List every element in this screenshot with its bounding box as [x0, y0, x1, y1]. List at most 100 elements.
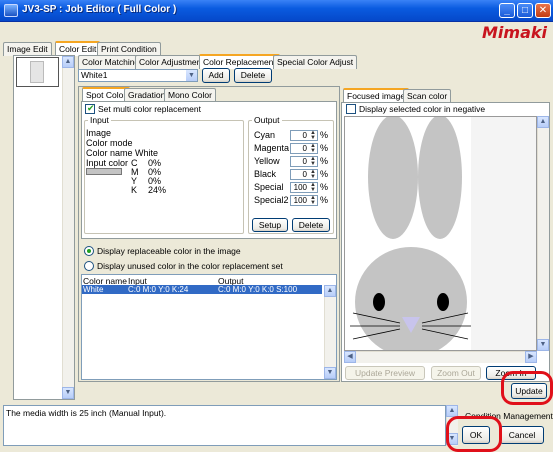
image-label: Image [86, 128, 112, 138]
tab-image-edit[interactable]: Image Edit [3, 42, 52, 56]
radio-dot-icon [87, 249, 91, 253]
add-set-button[interactable]: Add [202, 68, 230, 83]
cancel-button[interactable]: Cancel [500, 426, 544, 444]
negative-label: Display selected color in negative [359, 104, 486, 114]
table-scrollbar[interactable] [324, 285, 336, 379]
table-scroll-down[interactable]: ▼ [324, 367, 336, 379]
left-eye [373, 293, 385, 311]
output-black-unit: % [320, 169, 329, 179]
spin-arrows-icon[interactable]: ▲ ▼ [309, 156, 317, 167]
output-yellow-unit: % [320, 156, 329, 166]
output-magenta-unit: % [320, 143, 329, 153]
thumbnail-scrollbar[interactable] [62, 56, 74, 399]
left-ear [368, 117, 418, 239]
output-black-label: Black [254, 169, 277, 179]
replaceable-radio[interactable] [84, 246, 94, 256]
tab-color-matching[interactable]: Color Matching [78, 55, 144, 69]
preview-canvas[interactable] [344, 116, 537, 351]
output-special-spin[interactable]: 100 ▲ ▼ [290, 182, 318, 193]
spin-arrows-icon[interactable]: ▲ ▼ [309, 195, 317, 206]
tab-color-edit[interactable]: Color Edit [55, 41, 101, 56]
delete-set-button[interactable]: Delete [234, 68, 272, 83]
spin-arrows-icon[interactable]: ▲ ▼ [309, 143, 317, 154]
tab-print-condition[interactable]: Print Condition [97, 42, 161, 56]
table-row[interactable]: White C:0 M:0 Y:0 K:24 C:0 M:0 Y:0 K:0 S… [82, 285, 322, 303]
output-special2-unit: % [320, 195, 329, 205]
row-color-name: White [83, 285, 104, 294]
output-group-title: Output [252, 115, 282, 125]
minimize-button[interactable]: _ [499, 3, 515, 18]
table-scroll-up[interactable]: ▲ [324, 285, 336, 297]
chevron-down-icon[interactable]: ▼ [186, 70, 197, 81]
preview-hscrollbar[interactable] [344, 351, 537, 363]
replaceable-label: Display replaceable color in the image [97, 246, 241, 256]
output-cyan-spin[interactable]: 0 ▲ ▼ [290, 130, 318, 141]
app-icon [4, 4, 18, 17]
tab-color-adjustment[interactable]: Color Adjustment [135, 55, 208, 69]
right-ear [418, 117, 462, 239]
output-cyan-value: 0 [302, 131, 307, 140]
zoom-out-button[interactable]: Zoom Out [431, 366, 481, 380]
setup-button[interactable]: Setup [252, 218, 288, 232]
output-cyan-label: Cyan [254, 130, 276, 140]
output-yellow-label: Yellow [254, 156, 280, 166]
color-mode-label: Color mode [86, 138, 133, 148]
output-magenta-value: 0 [302, 144, 307, 153]
highlight-oval [501, 371, 553, 405]
unused-radio[interactable] [84, 261, 94, 271]
rabbit-image [350, 117, 471, 350]
tab-gradation[interactable]: Gradation [124, 88, 170, 102]
multi-color-checkbox[interactable]: ✔ [85, 103, 95, 114]
output-yellow-spin[interactable]: 0 ▲ ▼ [290, 156, 318, 167]
status-message: The media width is 25 inch (Manual Input… [6, 408, 167, 418]
tab-spot-color[interactable]: Spot Color [82, 87, 131, 102]
spin-arrows-icon[interactable]: ▲ ▼ [309, 182, 317, 193]
tab-focused-image[interactable]: Focused image [343, 88, 410, 103]
thumbnail-image [30, 61, 44, 83]
tab-special-color-adjust[interactable]: Special Color Adjust [273, 55, 358, 69]
maximize-button[interactable]: □ [517, 3, 533, 18]
close-button[interactable]: ✕ [535, 3, 551, 18]
negative-checkbox[interactable] [346, 104, 356, 114]
unused-label: Display unused color in the color replac… [97, 261, 283, 271]
thumbnail-scroll-up[interactable]: ▲ [62, 56, 74, 68]
replacement-set-value: White1 [81, 70, 108, 80]
input-color-swatch [86, 168, 122, 175]
preview-scroll-down[interactable]: ▼ [537, 339, 549, 351]
output-special2-spin[interactable]: 100 ▲ ▼ [290, 195, 318, 206]
thumbnail-frame[interactable] [16, 57, 59, 87]
output-special2-label: Special2 [254, 195, 289, 205]
output-special-value: 100 [293, 183, 307, 192]
preview-vscrollbar[interactable] [537, 116, 549, 351]
tab-color-replacement[interactable]: Color Replacement [199, 54, 280, 69]
output-special-label: Special [254, 182, 284, 192]
spin-arrows-icon[interactable]: ▲ ▼ [309, 130, 317, 141]
preview-scroll-left[interactable]: ◀ [344, 351, 356, 363]
right-eye [437, 293, 449, 311]
output-magenta-spin[interactable]: 0 ▲ ▼ [290, 143, 318, 154]
row-input: C:0 M:0 Y:0 K:24 [128, 285, 189, 294]
component-k-value: 24% [148, 185, 167, 195]
color-name-label: Color name White [86, 148, 159, 158]
update-preview-button[interactable]: Update Preview [345, 366, 425, 380]
output-special2-value: 100 [293, 196, 307, 205]
replacement-set-select[interactable]: White1 ▼ [78, 69, 198, 82]
preview-scroll-right[interactable]: ▶ [525, 351, 537, 363]
output-black-spin[interactable]: 0 ▲ ▼ [290, 169, 318, 180]
row-output: C:0 M:0 Y:0 K:0 S:100 S2:100 [218, 285, 298, 303]
tab-mono-color[interactable]: Mono Color [164, 88, 216, 102]
multi-color-label: Set multi color replacement [98, 104, 201, 114]
spin-arrows-icon[interactable]: ▲ ▼ [309, 169, 317, 180]
thumbnail-scroll-down[interactable]: ▼ [62, 387, 74, 399]
component-k-name: K [131, 185, 138, 195]
input-color-label: Input color [86, 158, 129, 168]
preview-scroll-up[interactable]: ▲ [537, 116, 549, 128]
output-black-value: 0 [302, 170, 307, 179]
output-special-unit: % [320, 182, 329, 192]
brand-strip [0, 22, 553, 42]
output-yellow-value: 0 [302, 157, 307, 166]
tab-scan-color[interactable]: Scan color [403, 89, 452, 103]
window-title: JV3-SP : Job Editor ( Full Color ) [22, 4, 177, 15]
output-cyan-unit: % [320, 130, 329, 140]
output-delete-button[interactable]: Delete [292, 218, 330, 232]
